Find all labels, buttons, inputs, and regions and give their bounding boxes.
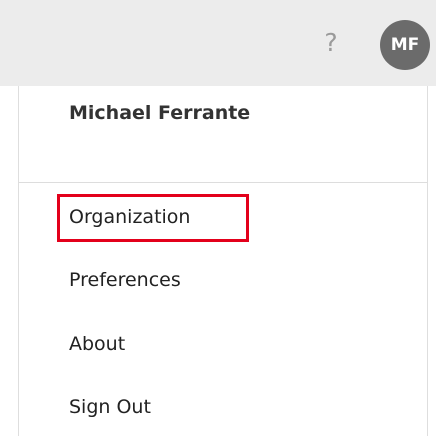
help-icon[interactable]: ? xyxy=(320,28,342,58)
top-bar: ? MF xyxy=(0,0,436,86)
menu-divider xyxy=(19,182,427,183)
user-menu-screen: ? MF Michael Ferrante Organization Prefe… xyxy=(0,0,436,436)
user-dropdown-menu: Michael Ferrante Organization Preference… xyxy=(18,86,428,436)
menu-item-sign-out[interactable]: Sign Out xyxy=(69,396,151,418)
menu-item-organization[interactable]: Organization xyxy=(69,206,190,228)
menu-item-about[interactable]: About xyxy=(69,333,125,355)
avatar[interactable]: MF xyxy=(380,20,430,70)
menu-item-preferences[interactable]: Preferences xyxy=(69,269,181,291)
user-name: Michael Ferrante xyxy=(69,102,251,124)
